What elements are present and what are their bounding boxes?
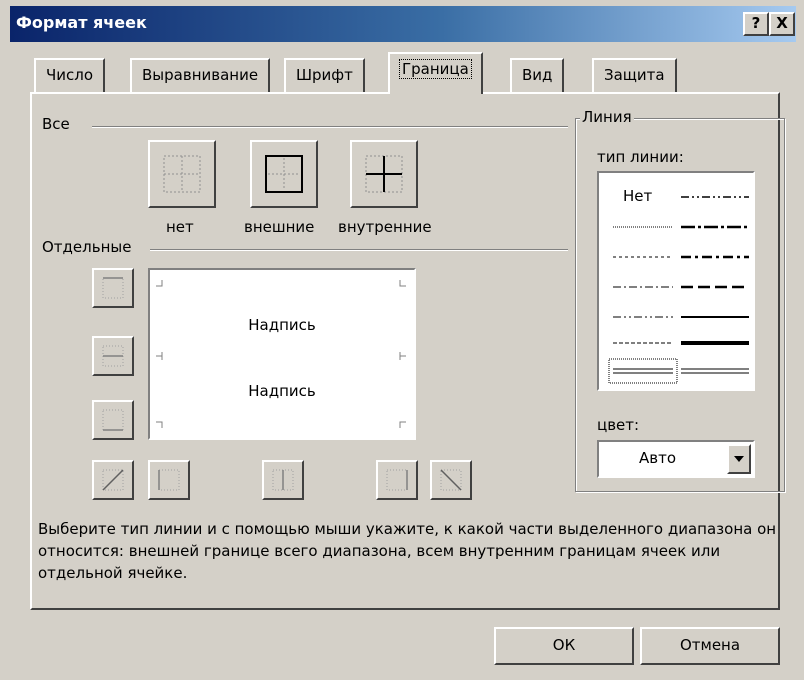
- color-dropdown-button[interactable]: [727, 444, 751, 474]
- border-bottom-button[interactable]: [92, 400, 134, 440]
- ok-button[interactable]: ОК: [494, 627, 634, 665]
- preset-outline-button[interactable]: [250, 140, 318, 208]
- border-divider: [150, 249, 568, 251]
- close-button[interactable]: X: [769, 12, 795, 36]
- border-top-button[interactable]: [92, 268, 134, 308]
- preview-text-bottom: Надпись: [248, 382, 316, 400]
- border-diagonal-down-button[interactable]: [430, 460, 472, 500]
- line-style-list[interactable]: Нет: [597, 171, 755, 391]
- help-text: Выберите тип линии и с помощью мыши укаж…: [38, 520, 777, 582]
- chevron-down-icon: [734, 456, 744, 462]
- preset-inside-button[interactable]: [350, 140, 418, 208]
- help-button[interactable]: ?: [743, 12, 769, 36]
- line-style-label: тип линии:: [597, 148, 684, 166]
- border-outline-icon: [265, 155, 303, 193]
- tab-view[interactable]: Вид: [510, 58, 565, 92]
- diagonal-up-icon: [102, 469, 124, 491]
- tab-label: Защита: [604, 66, 665, 84]
- border-middle-horizontal-button[interactable]: [92, 336, 134, 376]
- tab-label: Шрифт: [296, 66, 353, 84]
- preset-inside-label: внутренние: [338, 218, 432, 236]
- tab-font[interactable]: Шрифт: [284, 58, 365, 92]
- preview-corner-marks: [156, 280, 406, 428]
- preview-text-top: Надпись: [248, 316, 316, 334]
- preset-outline-label: внешние: [244, 218, 315, 236]
- border-left-icon: [158, 469, 180, 491]
- close-icon: X: [776, 14, 788, 32]
- tab-alignment[interactable]: Выравнивание: [130, 58, 271, 92]
- border-preview[interactable]: Надпись Надпись: [148, 268, 416, 440]
- window-title: Формат ячеек: [16, 13, 147, 32]
- border-none-icon: [163, 155, 201, 193]
- title-bar[interactable]: Формат ячеек ? X: [10, 6, 796, 42]
- presets-group-title: Все: [40, 115, 72, 133]
- line-group-title: Линия: [580, 108, 634, 126]
- tab-border[interactable]: Граница: [388, 52, 483, 94]
- help-icon: ?: [751, 14, 761, 32]
- border-group-title: Отдельные: [40, 238, 134, 256]
- color-value: Авто: [639, 449, 677, 467]
- border-left-button[interactable]: [148, 460, 190, 500]
- diagonal-down-icon: [440, 469, 462, 491]
- border-right-icon: [386, 469, 408, 491]
- tab-label: Вид: [522, 66, 553, 84]
- tab-label: Граница: [399, 59, 472, 79]
- border-inside-icon: [365, 155, 403, 193]
- preset-none-button[interactable]: [148, 140, 216, 208]
- presets-divider: [92, 126, 568, 128]
- tab-number[interactable]: Число: [34, 58, 106, 92]
- tab-label: Выравнивание: [142, 66, 259, 84]
- preset-none-label: нет: [166, 218, 194, 236]
- color-select[interactable]: Авто: [597, 440, 755, 478]
- border-top-icon: [102, 277, 124, 299]
- border-vertical-icon: [272, 469, 294, 491]
- format-cells-dialog: Формат ячеек ? X Число Выравнивание Шриф…: [0, 0, 804, 680]
- border-diagonal-up-button[interactable]: [92, 460, 134, 500]
- tab-label: Число: [46, 66, 94, 84]
- color-label: цвет:: [597, 416, 640, 434]
- border-bottom-icon: [102, 409, 124, 431]
- border-right-button[interactable]: [376, 460, 418, 500]
- cancel-button[interactable]: Отмена: [640, 627, 780, 665]
- line-style-swatches[interactable]: [599, 173, 753, 389]
- border-middle-vertical-button[interactable]: [262, 460, 304, 500]
- tab-protection[interactable]: Защита: [592, 58, 677, 92]
- border-horizontal-icon: [102, 345, 124, 367]
